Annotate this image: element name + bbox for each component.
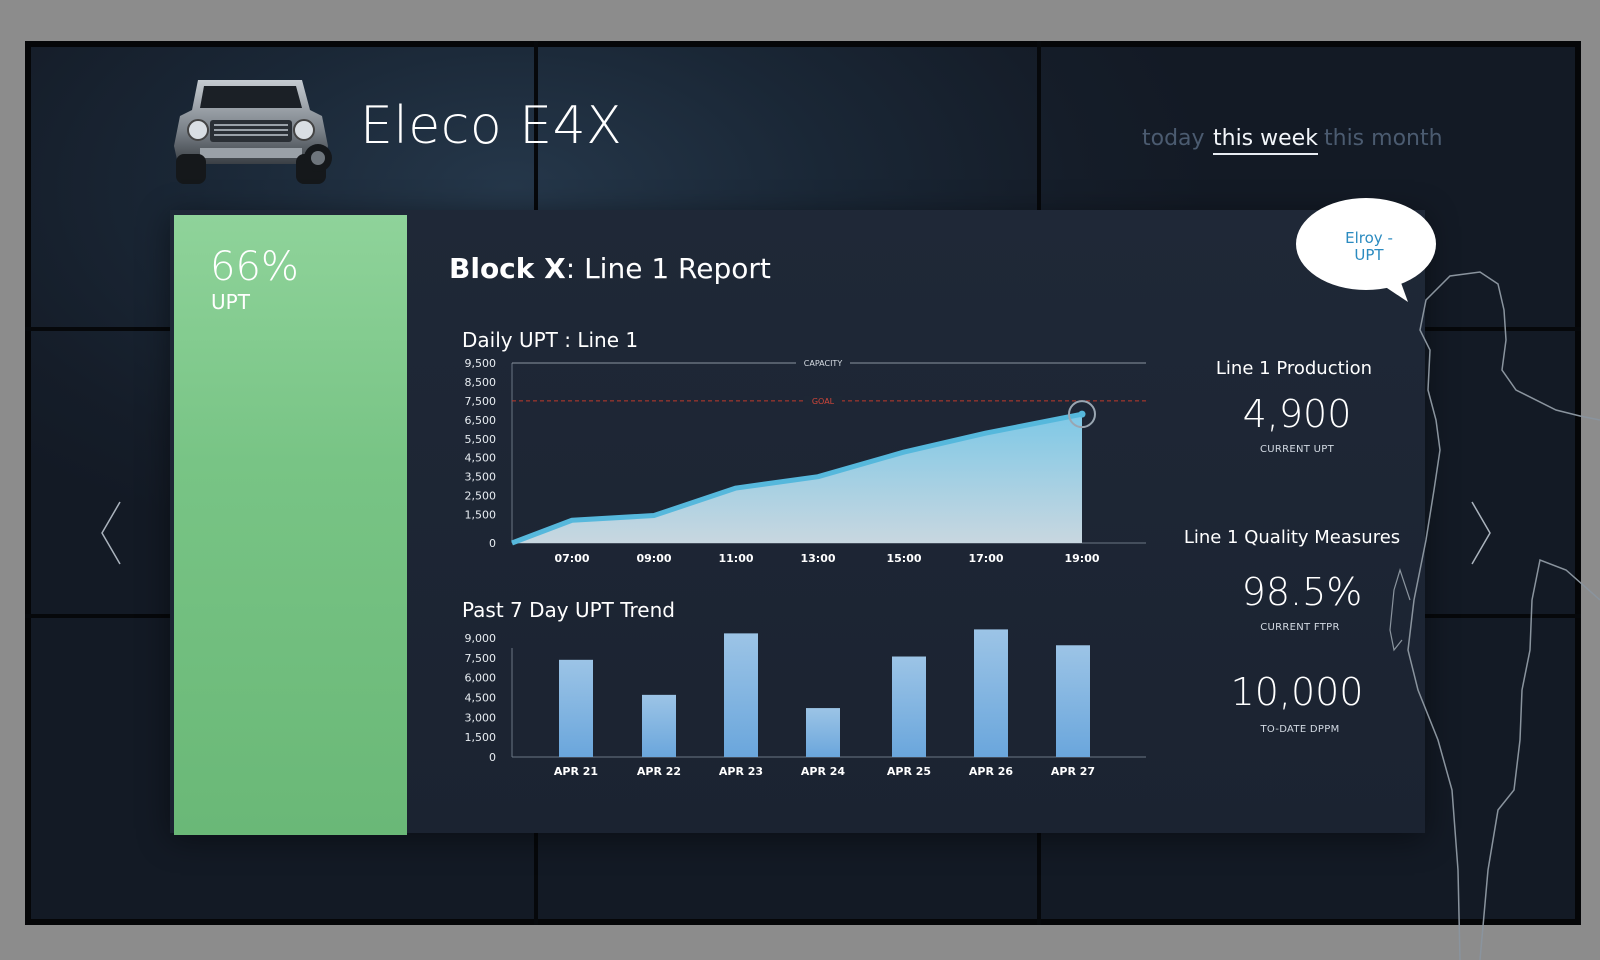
trend-x-tick: APR 22 xyxy=(637,765,681,778)
trend-x-tick: APR 24 xyxy=(801,765,846,778)
trend-bar xyxy=(559,659,593,757)
trend-x-tick: APR 27 xyxy=(1051,765,1095,778)
prev-arrow-icon[interactable] xyxy=(100,500,130,566)
trend-bar xyxy=(892,656,926,757)
trend-bar xyxy=(724,633,758,757)
trend-x-tick: APR 23 xyxy=(719,765,763,778)
trend-bar xyxy=(806,708,840,757)
speech-bubble-text: Elroy - UPT xyxy=(1300,230,1438,264)
next-arrow-icon[interactable] xyxy=(1470,500,1500,566)
trend-y-tick: 6,000 xyxy=(465,672,497,685)
bubble-line-2: UPT xyxy=(1354,246,1384,264)
trend-y-tick: 4,500 xyxy=(465,692,497,705)
bubble-line-1: Elroy - xyxy=(1345,229,1393,247)
trend-bar xyxy=(1056,645,1090,757)
trend-x-tick: APR 25 xyxy=(887,765,931,778)
trend-y-tick: 1,500 xyxy=(465,731,497,744)
trend-y-tick: 0 xyxy=(489,751,496,764)
trend-x-tick: APR 21 xyxy=(554,765,598,778)
person-silhouette xyxy=(1389,271,1600,960)
trend-y-tick: 3,000 xyxy=(465,711,497,724)
trend-upt-chart: 0 1,500 3,000 4,500 6,000 7,500 9,000 APR 21 APR… xyxy=(465,629,1146,778)
trend-y-tick: 7,500 xyxy=(465,652,497,665)
trend-x-tick: APR 26 xyxy=(969,765,1014,778)
trend-y-tick: 9,000 xyxy=(465,632,497,645)
trend-bar xyxy=(974,629,1008,757)
trend-bar xyxy=(642,694,676,757)
